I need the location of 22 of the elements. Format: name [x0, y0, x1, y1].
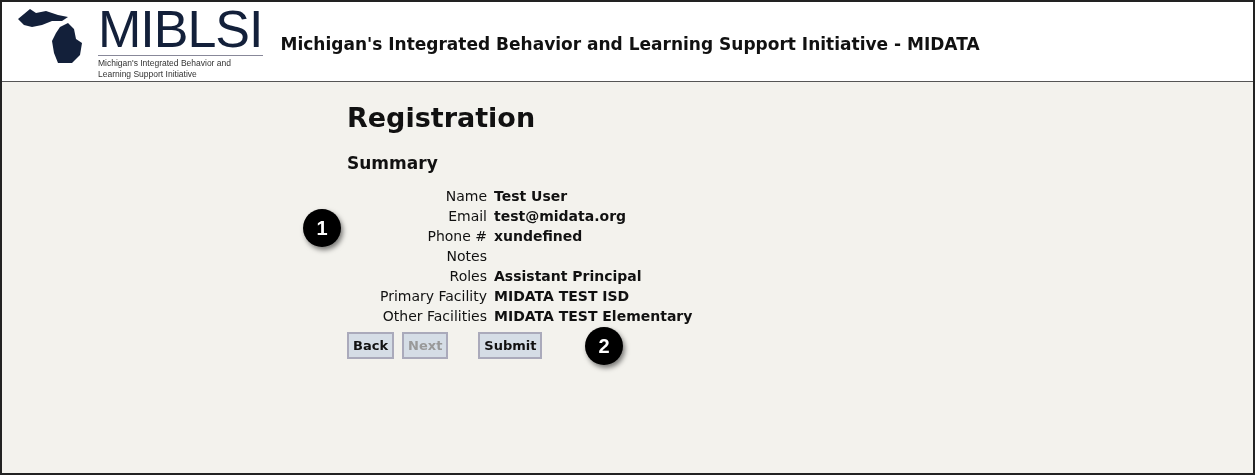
field-value: test@midata.org: [494, 207, 628, 225]
logo-subtitle: Michigan's Integrated Behavior and Learning Support Initiative: [98, 58, 232, 80]
callout-badge: 1: [303, 209, 341, 247]
field-value: xundefined: [494, 227, 584, 245]
form-button[interactable]: Back: [347, 332, 395, 359]
field-value: MIDATA TEST ISD: [494, 287, 631, 305]
field-label: Roles: [448, 267, 487, 285]
field-value: MIDATA TEST Elementary: [494, 307, 694, 325]
field-value: Assistant Principal: [494, 267, 643, 285]
callout-badge: 2: [585, 327, 623, 365]
logo-title: MIBLSI: [98, 3, 263, 56]
page-heading: Registration: [347, 102, 537, 133]
field-label: Primary Facility: [378, 287, 487, 305]
site-title: Michigan's Integrated Behavior and Learning Support Initiative - MIDATA: [280, 33, 980, 54]
field-label: Phone #: [426, 227, 487, 245]
field-label: Other Facilities: [381, 307, 487, 325]
field-label: Email: [447, 207, 487, 225]
field-value: Test User: [494, 187, 569, 205]
section-heading: Summary: [347, 153, 439, 173]
field-label: Notes: [445, 247, 487, 265]
form-button[interactable]: Submit: [478, 332, 543, 359]
field-label: Name: [444, 187, 487, 205]
